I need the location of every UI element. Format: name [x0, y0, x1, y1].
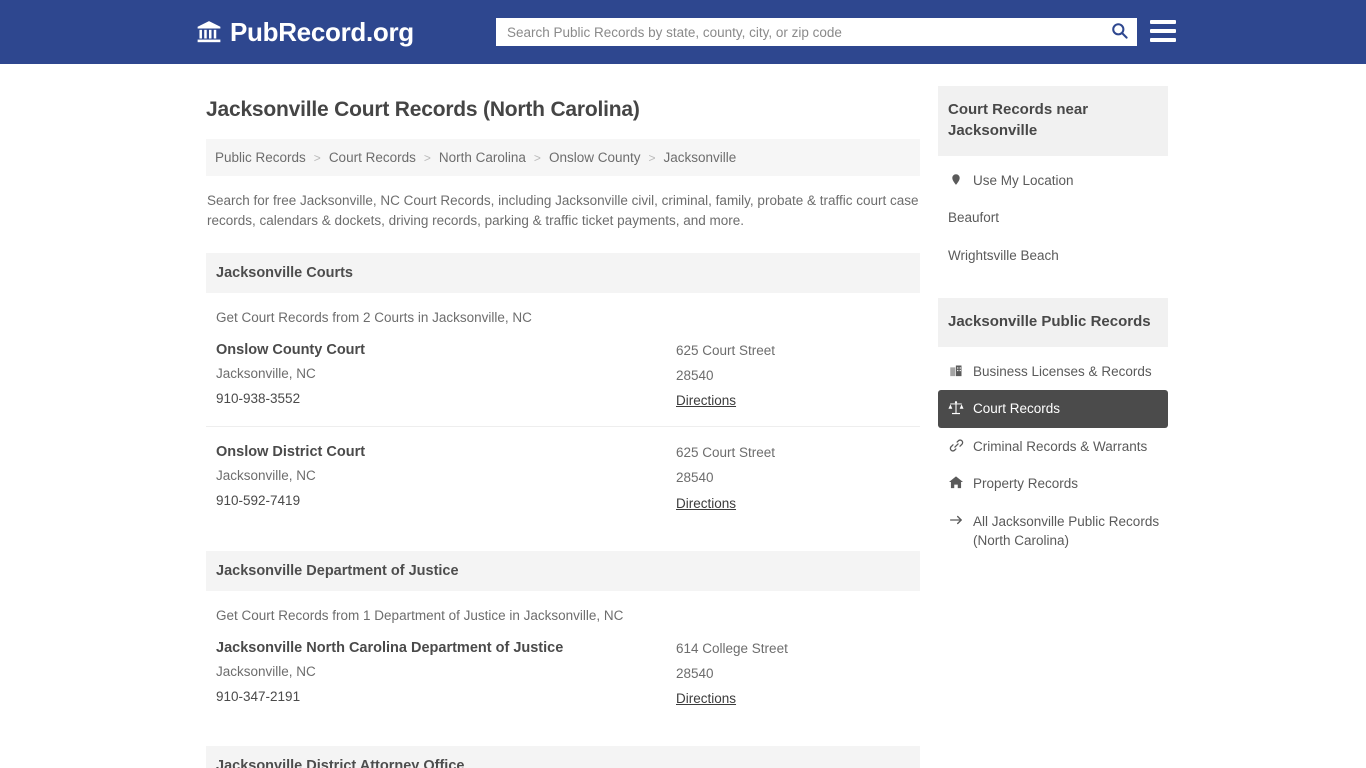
sidebar-item-label: Criminal Records & Warrants: [973, 438, 1148, 454]
search-bar: [496, 18, 1137, 46]
section-header: Jacksonville District Attorney Office: [206, 746, 920, 768]
site-logo-text: PubRecord.org: [230, 16, 414, 47]
section-header: Jacksonville Department of Justice: [206, 550, 920, 591]
court-entry-info: Jacksonville North Carolina Department o…: [216, 640, 676, 708]
court-entry: Jacksonville North Carolina Department o…: [206, 623, 920, 724]
search-button[interactable]: [1102, 19, 1136, 45]
court-city-state: Jacksonville, NC: [216, 468, 316, 484]
breadcrumb-separator: >: [533, 150, 541, 165]
sidebar-item-business-licenses-records[interactable]: Business Licenses & Records: [938, 353, 1168, 391]
court-entry-address: 614 College Street 28540 Directions: [676, 640, 920, 708]
hamburger-bar: [1150, 20, 1176, 24]
hamburger-bar: [1150, 38, 1176, 42]
breadcrumb-item[interactable]: Public Records: [215, 150, 306, 165]
content-section: Jacksonville Courts Get Court Records fro…: [206, 252, 920, 529]
house-icon: [948, 475, 964, 490]
search-input[interactable]: [497, 19, 1102, 45]
court-zip: 28540: [676, 367, 714, 383]
section-subtitle: Get Court Records from 1 Department of J…: [216, 607, 624, 623]
sidebar-item-court-records[interactable]: Court Records: [938, 390, 1168, 428]
main-column: Jacksonville Court Records (North Caroli…: [198, 86, 920, 768]
bank-building-icon: [196, 19, 222, 45]
page-title: Jacksonville Court Records (North Caroli…: [206, 98, 640, 121]
court-city-state: Jacksonville, NC: [216, 663, 316, 679]
panel-court-records-near: Court Records near Jacksonville Use My L…: [938, 86, 1168, 274]
arrow-right-icon: [948, 513, 964, 527]
court-zip: 28540: [676, 470, 714, 486]
court-name[interactable]: Onslow County Court: [216, 342, 676, 358]
sidebar-item-label: Wrightsville Beach: [948, 247, 1059, 263]
breadcrumb-item[interactable]: Onslow County: [549, 150, 641, 165]
breadcrumb-separator: >: [648, 150, 656, 165]
sidebar-item-wrightsville-beach[interactable]: Wrightsville Beach: [938, 237, 1168, 275]
breadcrumb-item[interactable]: Court Records: [329, 150, 416, 165]
sidebar: Court Records near Jacksonville Use My L…: [938, 86, 1168, 768]
court-entry-address: 625 Court Street 28540 Directions: [676, 342, 920, 410]
panel-header-public-records: Jacksonville Public Records: [938, 298, 1168, 347]
panel-public-records: Jacksonville Public Records Business Lic…: [938, 298, 1168, 560]
directions-link[interactable]: Directions: [676, 691, 736, 706]
sidebar-item-label: All Jacksonville Public Records (North C…: [973, 513, 1160, 549]
court-phone[interactable]: 910-347-2191: [216, 688, 676, 706]
directions-link[interactable]: Directions: [676, 496, 736, 511]
section-header: Jacksonville Courts: [206, 252, 920, 293]
court-phone[interactable]: 910-938-3552: [216, 390, 676, 408]
court-entry-info: Onslow County Court Jacksonville, NC 910-9…: [216, 342, 676, 410]
court-city-state: Jacksonville, NC: [216, 365, 316, 381]
court-phone[interactable]: 910-592-7419: [216, 492, 676, 510]
breadcrumb-separator: >: [313, 150, 321, 165]
breadcrumb: Public Records > Court Records > North Carol…: [206, 139, 920, 176]
site-logo-link[interactable]: PubRecord.org: [196, 17, 414, 48]
search-icon: [1110, 21, 1129, 43]
chain-link-icon: [948, 438, 964, 453]
court-entry: Onslow District Court Jacksonville, NC 910…: [206, 426, 920, 528]
sidebar-item-criminal-records-warrants[interactable]: Criminal Records & Warrants: [938, 428, 1168, 466]
balance-scales-icon: [948, 400, 964, 416]
sidebar-item-property-records[interactable]: Property Records: [938, 465, 1168, 503]
sidebar-item-label: Business Licenses & Records: [973, 363, 1152, 379]
court-entry: Onslow County Court Jacksonville, NC 910-9…: [206, 325, 920, 426]
sidebar-item-all-jacksonville-public-records-north-carolina[interactable]: All Jacksonville Public Records (North C…: [938, 503, 1168, 560]
top-navbar: PubRecord.org: [0, 0, 1366, 64]
map-pin-icon: [948, 172, 964, 187]
content-section: Jacksonville Department of Justice Get Co…: [206, 550, 920, 724]
court-entry-info: Onslow District Court Jacksonville, NC 910…: [216, 444, 676, 512]
briefcase-icon: [948, 363, 964, 378]
court-street: 625 Court Street: [676, 445, 776, 461]
page-intro-text: Search for free Jacksonville, NC Court R…: [207, 193, 919, 228]
public-records-list: Business Licenses & Records Court Records…: [938, 347, 1168, 560]
breadcrumb-separator: >: [423, 150, 431, 165]
content-container: Jacksonville Court Records (North Caroli…: [198, 64, 1168, 768]
near-locations-list: Use My Location Beaufort Wrightsville Beac…: [938, 156, 1168, 275]
sidebar-item-label: Property Records: [973, 476, 1079, 492]
content-section: Jacksonville District Attorney OfficeGet…: [206, 746, 920, 768]
sidebar-item-use-my-location[interactable]: Use My Location: [938, 162, 1168, 200]
court-street: 614 College Street: [676, 640, 788, 656]
breadcrumb-item[interactable]: North Carolina: [439, 150, 526, 165]
page-body: Jacksonville Court Records (North Caroli…: [0, 64, 1366, 768]
court-zip: 28540: [676, 665, 714, 681]
sidebar-item-label: Court Records: [973, 401, 1061, 417]
court-name[interactable]: Onslow District Court: [216, 444, 676, 460]
court-entry-address: 625 Court Street 28540 Directions: [676, 444, 920, 512]
section-subtitle: Get Court Records from 2 Courts in Jacks…: [216, 309, 532, 325]
sidebar-item-beaufort[interactable]: Beaufort: [938, 199, 1168, 237]
sidebar-item-label: Beaufort: [948, 210, 1000, 226]
court-street: 625 Court Street: [676, 342, 776, 358]
breadcrumb-item[interactable]: Jacksonville: [664, 150, 737, 165]
court-name[interactable]: Jacksonville North Carolina Department o…: [216, 640, 676, 656]
hamburger-menu-icon[interactable]: [1150, 20, 1176, 42]
directions-link[interactable]: Directions: [676, 393, 736, 408]
hamburger-bar: [1150, 29, 1176, 33]
sidebar-item-label: Use My Location: [973, 172, 1074, 188]
panel-header-near: Court Records near Jacksonville: [938, 86, 1168, 156]
sections-root: Jacksonville Courts Get Court Records fro…: [198, 252, 920, 768]
